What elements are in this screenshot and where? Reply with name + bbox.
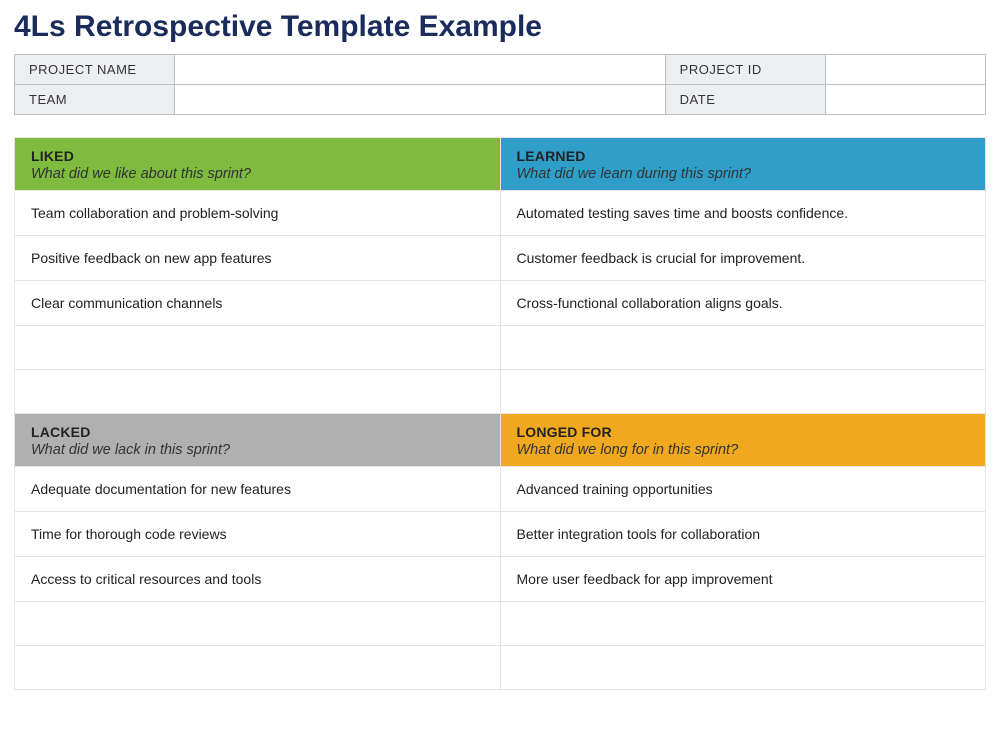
date-value[interactable] <box>825 85 985 115</box>
learned-item[interactable]: Cross-functional collaboration aligns go… <box>500 281 986 326</box>
liked-item[interactable]: Clear communication channels <box>15 281 501 326</box>
project-id-label: PROJECT ID <box>665 55 825 85</box>
liked-header: LIKED What did we like about this sprint… <box>15 138 501 191</box>
longed-item[interactable]: Advanced training opportunities <box>500 467 986 512</box>
project-info-table: PROJECT NAME PROJECT ID TEAM DATE <box>14 54 986 115</box>
longed-item-empty[interactable] <box>500 602 986 646</box>
learned-item-empty[interactable] <box>500 326 986 370</box>
learned-header: LEARNED What did we learn during this sp… <box>500 138 986 191</box>
longed-item[interactable]: More user feedback for app improvement <box>500 557 986 602</box>
learned-item-empty[interactable] <box>500 370 986 414</box>
lacked-item-empty[interactable] <box>15 646 501 690</box>
lacked-item[interactable]: Access to critical resources and tools <box>15 557 501 602</box>
learned-item[interactable]: Automated testing saves time and boosts … <box>500 191 986 236</box>
lacked-prompt: What did we lack in this sprint? <box>31 442 484 458</box>
team-label: TEAM <box>15 85 175 115</box>
learned-prompt: What did we learn during this sprint? <box>517 166 970 182</box>
lacked-item-empty[interactable] <box>15 602 501 646</box>
lacked-header: LACKED What did we lack in this sprint? <box>15 414 501 467</box>
longed-title: LONGED FOR <box>517 424 970 440</box>
team-value[interactable] <box>175 85 666 115</box>
liked-title: LIKED <box>31 148 484 164</box>
longed-item-empty[interactable] <box>500 646 986 690</box>
longed-item[interactable]: Better integration tools for collaborati… <box>500 512 986 557</box>
liked-item[interactable]: Positive feedback on new app features <box>15 236 501 281</box>
longed-prompt: What did we long for in this sprint? <box>517 442 970 458</box>
liked-prompt: What did we like about this sprint? <box>31 166 484 182</box>
lacked-item[interactable]: Adequate documentation for new features <box>15 467 501 512</box>
learned-title: LEARNED <box>517 148 970 164</box>
liked-item-empty[interactable] <box>15 326 501 370</box>
four-ls-grid: LIKED What did we like about this sprint… <box>14 137 986 690</box>
lacked-item[interactable]: Time for thorough code reviews <box>15 512 501 557</box>
date-label: DATE <box>665 85 825 115</box>
learned-item[interactable]: Customer feedback is crucial for improve… <box>500 236 986 281</box>
liked-item[interactable]: Team collaboration and problem-solving <box>15 191 501 236</box>
liked-item-empty[interactable] <box>15 370 501 414</box>
project-name-label: PROJECT NAME <box>15 55 175 85</box>
lacked-title: LACKED <box>31 424 484 440</box>
page-title: 4Ls Retrospective Template Example <box>14 10 986 44</box>
project-id-value[interactable] <box>825 55 985 85</box>
longed-header: LONGED FOR What did we long for in this … <box>500 414 986 467</box>
project-name-value[interactable] <box>175 55 666 85</box>
